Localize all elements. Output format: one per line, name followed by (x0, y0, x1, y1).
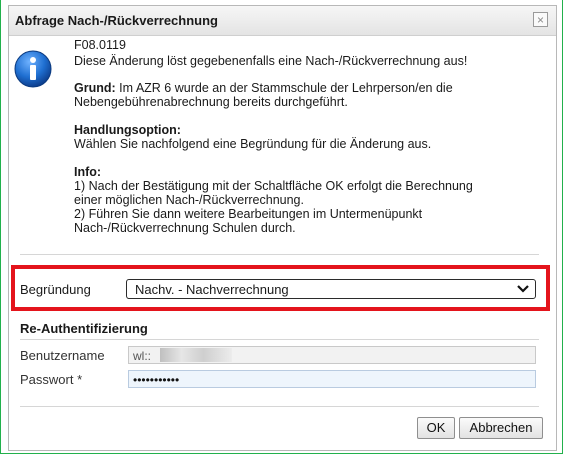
grund-label: Grund: (74, 81, 116, 95)
begruendung-label: Begründung (20, 282, 91, 297)
password-field[interactable]: ••••••••••• (128, 370, 536, 388)
begruendung-selected-value: Nachv. - Nachverrechnung (135, 282, 289, 297)
ok-button[interactable]: OK (417, 417, 455, 439)
cancel-button[interactable]: Abbrechen (459, 417, 543, 439)
info-line-4: Nach-/Rückverrechnung Schulen durch. (74, 221, 296, 235)
message-intro: Diese Änderung löst gegebenenfalls eine … (74, 54, 468, 68)
reauth-title: Re-Authentifizierung (20, 321, 148, 336)
divider (20, 254, 539, 255)
chevron-down-icon[interactable] (517, 284, 529, 294)
dialog-titlebar[interactable]: Abfrage Nach-/Rückverrechnung × (9, 6, 556, 36)
info-line-2: einer möglichen Nach-/Rückverrechnung. (74, 193, 304, 207)
password-label: Passwort * (20, 372, 83, 387)
begruendung-select[interactable]: Nachv. - Nachverrechnung (126, 279, 536, 299)
redacted-username (160, 348, 232, 362)
info-icon (14, 50, 52, 88)
username-label: Benutzername (20, 348, 105, 363)
error-code: F08.0119 (74, 38, 126, 52)
divider (20, 339, 539, 340)
divider (20, 406, 539, 407)
grund-line-2: Nebengebührenabrechnung bereits durchgef… (74, 95, 348, 109)
info-label: Info: (74, 165, 102, 179)
handlung-label: Handlungsoption: (74, 123, 181, 137)
grund-line-1: Grund: Im AZR 6 wurde an der Stammschule… (74, 81, 534, 95)
info-line-1: 1) Nach der Bestätigung mit der Schaltfl… (74, 179, 473, 193)
dialog-title: Abfrage Nach-/Rückverrechnung (15, 13, 218, 28)
close-icon[interactable]: × (533, 12, 548, 27)
handlung-text: Wählen Sie nachfolgend eine Begründung f… (74, 137, 432, 151)
info-line-3: 2) Führen Sie dann weitere Bearbeitungen… (74, 207, 423, 221)
grund-text: Im AZR 6 wurde an der Stammschule der Le… (119, 81, 453, 95)
